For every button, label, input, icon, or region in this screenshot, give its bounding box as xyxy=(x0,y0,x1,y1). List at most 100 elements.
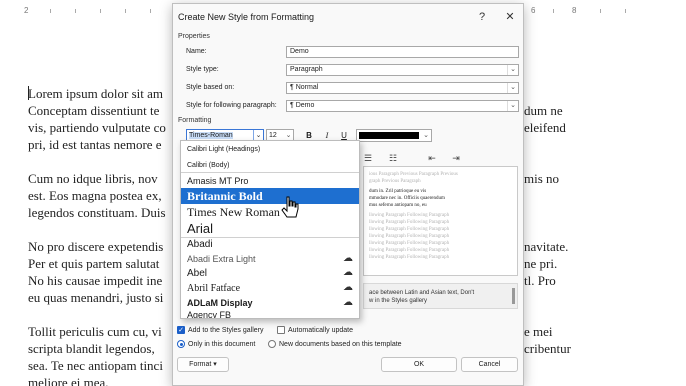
font-item-body[interactable]: Calibri (Body) xyxy=(181,162,359,169)
ruler-tick xyxy=(600,9,601,13)
document-line: Cum no idque libris, nov xyxy=(28,171,158,186)
ruler-tick xyxy=(50,9,51,13)
document-line-right xyxy=(524,85,571,102)
description-scrollbar[interactable] xyxy=(512,288,515,304)
following-label: Style for following paragraph: xyxy=(186,102,277,109)
document-line: Lorem ipsum dolor sit am xyxy=(28,86,164,101)
name-label: Name: xyxy=(186,48,207,55)
chevron-down-icon: ⌄ xyxy=(507,65,518,75)
ruler-tick xyxy=(625,9,626,13)
preview-line: llowing Paragraph Following Paragraph xyxy=(369,241,450,246)
font-color-combo[interactable]: ⌄ xyxy=(356,129,432,142)
following-value: ¶ Demo xyxy=(290,102,315,109)
font-item-amasis[interactable]: Amasis MT Pro xyxy=(181,174,359,188)
dialog-titlebar[interactable]: Create New Style from Formatting ? ✕ xyxy=(173,4,523,29)
font-item-abadi-extra-light[interactable]: Abadi Extra Light xyxy=(181,252,359,266)
preview-line: llowing Paragraph Following Paragraph xyxy=(369,234,450,239)
decrease-indent-icon[interactable]: ⇤ xyxy=(425,152,439,164)
document-line-right xyxy=(524,136,571,153)
name-field[interactable]: Demo xyxy=(286,46,519,58)
cancel-button[interactable]: Cancel xyxy=(461,357,518,372)
formatting-section-label: Formatting xyxy=(178,117,212,124)
preview-line: llowing Paragraph Following Paragraph xyxy=(369,255,450,260)
new-documents-radio[interactable] xyxy=(268,340,276,348)
style-type-label: Style type: xyxy=(186,66,219,73)
document-line-right: dum ne xyxy=(524,103,563,118)
cloud-download-icon: ☁ xyxy=(343,297,353,308)
based-on-select[interactable]: ¶ Normal ⌄ xyxy=(286,82,519,94)
document-line-right xyxy=(524,187,571,204)
ruler-tick xyxy=(125,9,126,13)
style-description: ace between Latin and Asian text, Don't … xyxy=(363,283,518,309)
color-swatch xyxy=(359,132,419,139)
font-item-abel[interactable]: Abel xyxy=(181,266,359,281)
document-line-right: eleifend xyxy=(524,120,566,135)
document-line: legendos constituam. Duis xyxy=(28,205,166,220)
properties-section-label: Properties xyxy=(178,33,210,40)
preview-line: llowing Paragraph Following Paragraph xyxy=(369,248,450,253)
document-line: Tollit periculis cum cu, vi xyxy=(28,324,162,339)
font-item-arial[interactable]: Arial xyxy=(181,220,359,237)
style-type-value: Paragraph xyxy=(290,66,323,73)
dialog-title: Create New Style from Formatting xyxy=(178,12,315,22)
based-on-value: ¶ Normal xyxy=(290,84,319,91)
document-line: Conceptam dissentiunt te xyxy=(28,103,160,118)
document-line-right xyxy=(524,221,571,238)
only-this-document-radio[interactable] xyxy=(177,340,185,348)
document-body-right[interactable]: dum ne eleifend mis no navitate. ne pri. tl. … xyxy=(524,85,571,357)
increase-indent-icon[interactable]: ⇥ xyxy=(449,152,463,164)
document-line: Per et quis partem salutat xyxy=(28,256,160,271)
document-line: No pro discere expetendis xyxy=(28,239,164,254)
preview-line: mmodare nec in. Officiis quaerendum xyxy=(369,196,445,201)
preview-line: llowing Paragraph Following Paragraph xyxy=(369,220,450,225)
add-to-gallery-checkbox[interactable]: ✓ xyxy=(177,326,185,334)
help-button[interactable]: ? xyxy=(471,8,493,26)
document-line: pri, id est tantas nemore e xyxy=(28,137,162,152)
font-value: Times-Roman xyxy=(189,132,233,139)
auto-update-label: Automatically update xyxy=(288,327,353,334)
document-line-right: navitate. xyxy=(524,239,569,254)
ruler-tick xyxy=(100,9,101,13)
font-item-abril-fatface[interactable]: Abril Fatface xyxy=(181,281,359,296)
close-button[interactable]: ✕ xyxy=(499,8,521,26)
preview-line: graph Previous Paragraph xyxy=(369,179,421,184)
cloud-download-icon: ☁ xyxy=(343,253,353,264)
size-value: 12 xyxy=(269,132,277,139)
font-item-headings[interactable]: Calibri Light (Headings) xyxy=(181,146,359,153)
document-line-right xyxy=(524,204,571,221)
font-item-agency[interactable]: Agency FB xyxy=(181,309,359,318)
document-line-right xyxy=(524,289,571,306)
ruler-number: 8 xyxy=(572,6,577,15)
document-line: scripta blandit legendos, xyxy=(28,341,155,356)
font-item-times[interactable]: Times New Roman xyxy=(181,204,359,220)
name-value: Demo xyxy=(290,48,309,55)
style-preview: ious Paragraph Previous Paragraph Previo… xyxy=(363,166,518,276)
font-item-britannic[interactable]: Britannic Bold xyxy=(181,188,359,204)
style-type-select[interactable]: Paragraph ⌄ xyxy=(286,64,519,76)
document-line: vis, partiendo vulputate co xyxy=(28,120,166,135)
document-line xyxy=(28,153,166,170)
ruler-tick xyxy=(75,9,76,13)
font-dropdown-list[interactable]: Calibri Light (Headings) Calibri (Body) … xyxy=(180,140,360,319)
ruler-tick xyxy=(553,9,554,13)
font-item-abadi[interactable]: Abadi xyxy=(181,238,359,252)
document-line-right xyxy=(524,306,571,323)
document-line xyxy=(28,221,166,238)
document-line: eu quas menandri, justo si xyxy=(28,290,164,305)
document-line-right: tl. Pro xyxy=(524,273,556,288)
following-select[interactable]: ¶ Demo ⌄ xyxy=(286,100,519,112)
para-spacing-icon[interactable]: ☷ xyxy=(386,152,400,164)
line-spacing-icon[interactable]: ☰ xyxy=(361,152,375,164)
document-line-right: mis no xyxy=(524,171,560,186)
ok-button[interactable]: OK xyxy=(381,357,457,372)
new-documents-label: New documents based on this template xyxy=(279,341,402,348)
add-to-gallery-label: Add to the Styles gallery xyxy=(188,327,264,334)
document-line: No his causae impedit ine xyxy=(28,273,163,288)
auto-update-checkbox[interactable] xyxy=(277,326,285,334)
document-line: meliore ei mea. xyxy=(28,375,109,386)
preview-line: llowing Paragraph Following Paragraph xyxy=(369,227,450,232)
font-list-separator xyxy=(181,172,359,173)
format-button[interactable]: Format ▾ xyxy=(177,357,229,372)
font-item-adlam[interactable]: ADLaM Display xyxy=(181,296,359,310)
document-body-left[interactable]: Lorem ipsum dolor sit am Conceptam dissen… xyxy=(28,85,166,386)
